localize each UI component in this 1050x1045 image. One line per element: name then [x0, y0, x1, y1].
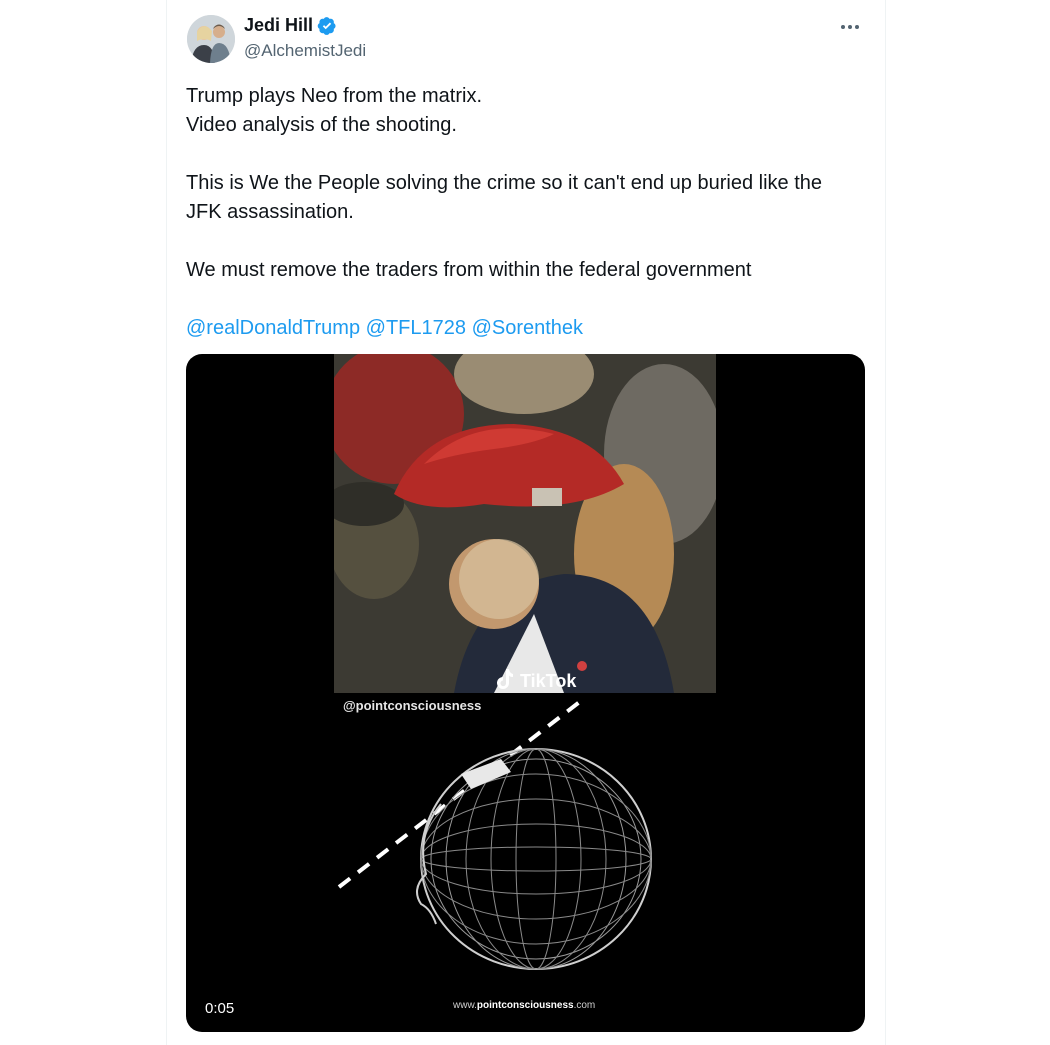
- wireframe-head-illustration: [337, 695, 652, 970]
- site-prefix: www.: [453, 1000, 477, 1011]
- tweet-line: Video analysis of the shooting.: [186, 114, 457, 136]
- mention-link[interactable]: @Sorenthek: [472, 317, 583, 339]
- author-name-row: Jedi Hill: [244, 15, 337, 36]
- tweet-line: This is We the People solving the crime …: [186, 172, 823, 194]
- verified-badge-icon: [317, 16, 337, 36]
- tweet-card: Jedi Hill @AlchemistJedi Trump plays Neo…: [166, 0, 886, 1045]
- tweet-line: We must remove the traders from within t…: [186, 259, 752, 281]
- mention-link[interactable]: @realDonaldTrump: [186, 317, 360, 339]
- site-brand: pointconsciousness: [476, 1000, 574, 1011]
- mentions-row: @realDonaldTrump @TFL1728 @Sorenthek: [186, 314, 866, 343]
- mention-link[interactable]: @TFL1728: [366, 317, 466, 339]
- author-handle[interactable]: @AlchemistJedi: [244, 41, 366, 61]
- video-player[interactable]: TikTok @pointconsciousness 0:05 www.poin…: [186, 354, 865, 1032]
- website-watermark: www.pointconsciousness.com: [453, 1000, 595, 1011]
- site-suffix: .com: [573, 1000, 596, 1011]
- tweet-line: JFK assassination.: [186, 201, 354, 223]
- tweet-line: Trump plays Neo from the matrix.: [186, 85, 483, 107]
- tweet-text: Trump plays Neo from the matrix. Video a…: [186, 82, 866, 343]
- author-name[interactable]: Jedi Hill: [244, 15, 313, 36]
- video-timestamp: 0:05: [205, 998, 235, 1019]
- more-horizontal-icon[interactable]: [835, 16, 865, 38]
- author-avatar[interactable]: [187, 15, 235, 63]
